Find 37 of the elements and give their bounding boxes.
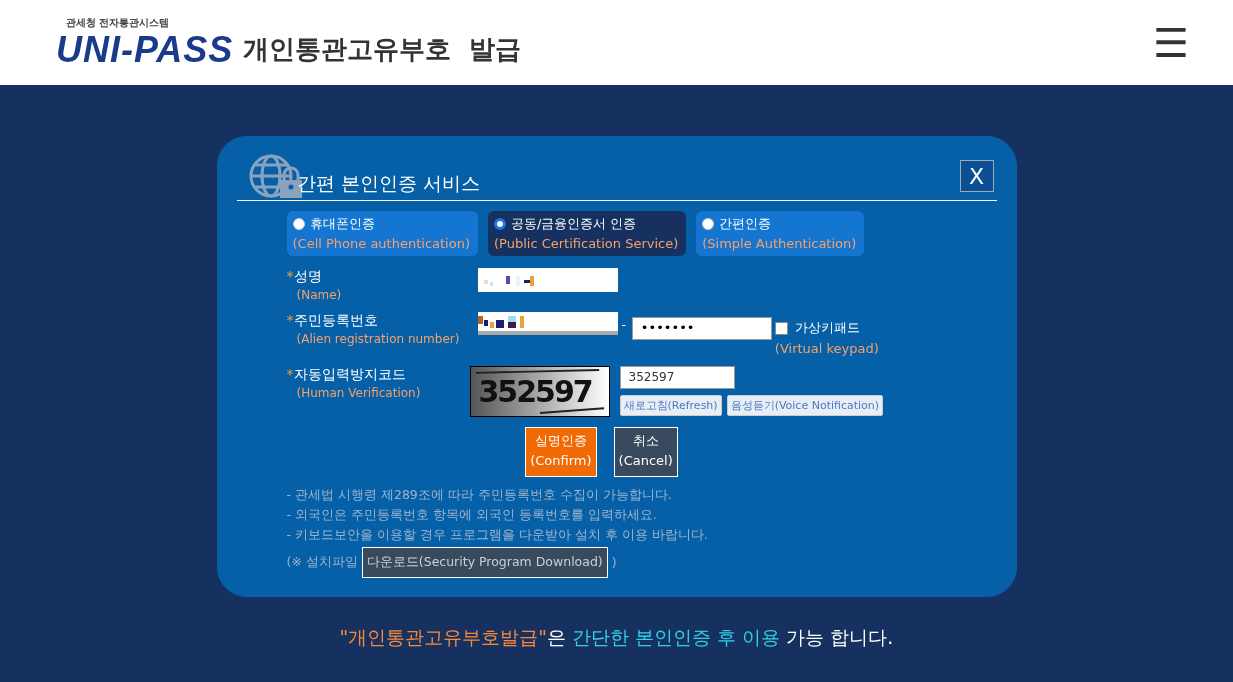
auth-tab[interactable]: 간편인증 (Simple Authentication): [696, 211, 865, 256]
captcha-button[interactable]: 새로고침(Refresh): [619, 395, 722, 416]
radio-icon[interactable]: [494, 218, 506, 230]
menu-icon[interactable]: ☰: [1153, 22, 1189, 63]
radio-icon[interactable]: [292, 218, 305, 230]
note-text: ): [611, 555, 617, 570]
captcha-button[interactable]: 음성듣기(Voice Notification): [726, 395, 884, 416]
download-button[interactable]: 다운로드(Security Program Download): [361, 547, 608, 578]
dialog-title: 간편 본인인증 서비스: [296, 171, 480, 196]
field-label: *주민등록번호: [286, 312, 379, 330]
name-field[interactable]: [477, 268, 618, 292]
field-sublabel: (Alien registration number): [296, 332, 461, 346]
note-text: - 키보드보안을 이용할 경우 프로그램을 다운받아 설치 후 이용 바랍니다.: [286, 527, 709, 544]
auth-tab[interactable]: 휴대폰인증 (Cell Phone authentication): [286, 211, 478, 256]
auth-tab[interactable]: 공동/금융인증서 인증 (Public Certification Service): [488, 211, 687, 256]
radio-icon[interactable]: [702, 218, 715, 230]
password-field[interactable]: •••••••: [631, 317, 772, 340]
field-label: *자동입력방지코드: [286, 366, 407, 384]
keypad-sublabel: (Virtual keypad): [774, 341, 879, 356]
keypad-label: 가상키패드: [794, 319, 860, 337]
close-button[interactable]: X: [959, 160, 994, 192]
registration-field[interactable]: [477, 312, 618, 335]
note-text: - 관세법 시행령 제289조에 따라 주민등록번호 수집이 가능합니다.: [286, 487, 673, 504]
field-label: *성명: [286, 268, 323, 286]
note-text: (※ 설치파일: [286, 554, 358, 571]
keypad-checkbox[interactable]: [774, 321, 788, 335]
cancel-button[interactable]: 취소 (Cancel): [613, 427, 678, 477]
field-sublabel: (Name): [296, 288, 343, 302]
captcha-image: 352597: [469, 366, 610, 417]
note-text: - 외국인은 주민등록번호 항목에 외국인 등록번호를 입력하세요.: [286, 507, 658, 524]
separator: -: [621, 318, 626, 332]
field-sublabel: (Human Verification): [296, 386, 422, 400]
captcha-field[interactable]: 352597: [619, 366, 735, 389]
page-title: 개인통관고유부호 발급: [243, 33, 522, 66]
logo[interactable]: UNI-PASS: [56, 29, 234, 70]
notice-text: "개인통관고유부호발급"은 간단한 본인인증 후 이용 가능 합니다.: [339, 625, 894, 650]
logo-caption: 관세청 전자통관시스템: [66, 15, 171, 30]
